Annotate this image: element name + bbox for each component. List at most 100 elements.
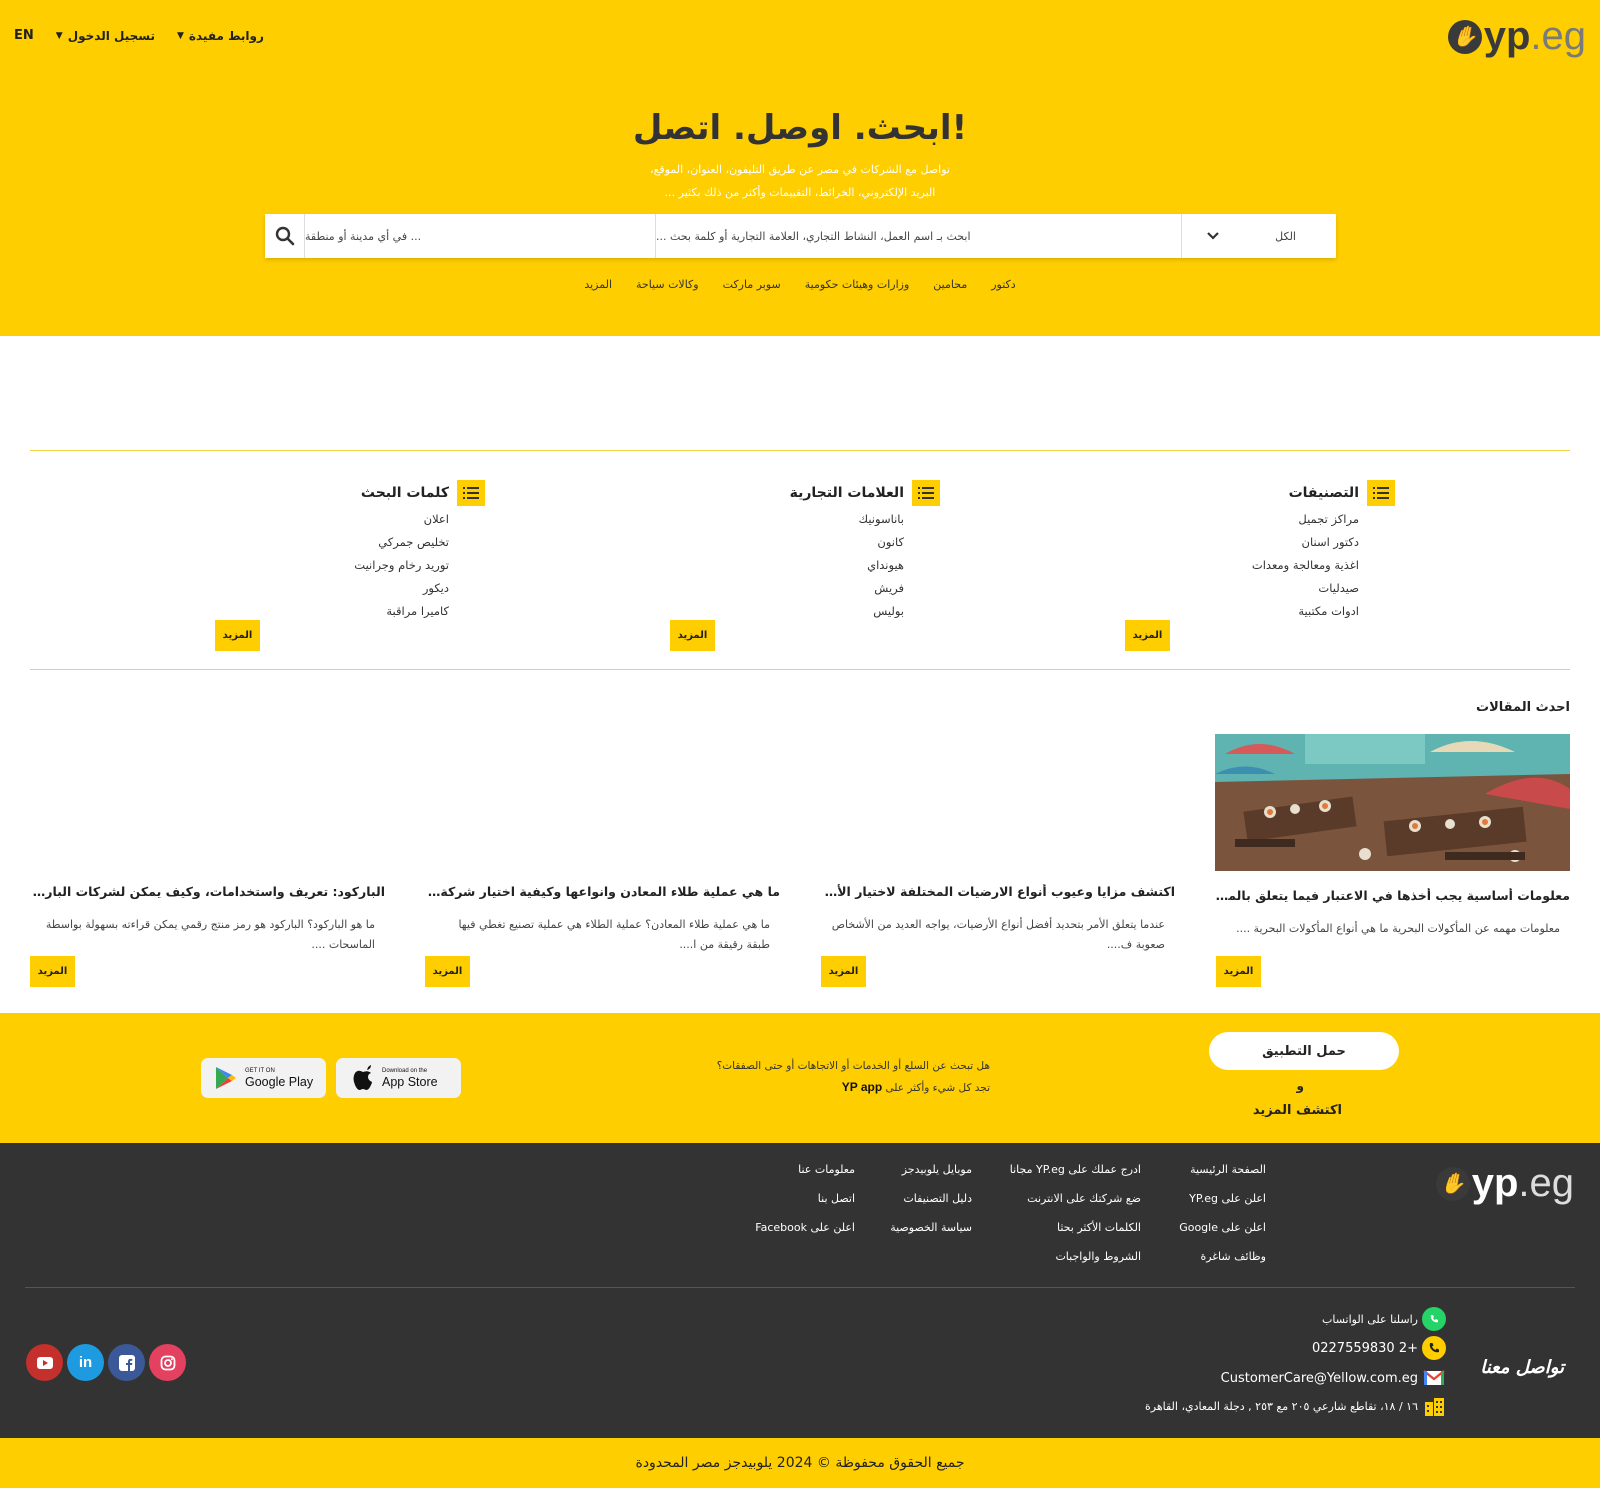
copyright-bar: جميع الحقوق محفوظة © 2024 يلوبيدجز مصر ا… — [0, 1438, 1600, 1488]
footer-link[interactable]: الصفحة الرئيسية — [1190, 1163, 1266, 1176]
linkedin-icon[interactable]: in — [67, 1344, 104, 1381]
article-image-placeholder — [425, 734, 780, 871]
footer-link[interactable]: اتصل بنا — [818, 1192, 855, 1205]
phone-icon — [1422, 1336, 1446, 1360]
footer-link[interactable]: موبايل يلوبيدجز — [902, 1163, 972, 1176]
email-contact[interactable]: CustomerCare@Yellow.com.eg — [1221, 1366, 1446, 1390]
category-select[interactable]: الكل — [1182, 214, 1336, 258]
article-title[interactable]: معلومات أساسية يجب أخذها في الاعتبار فيم… — [1215, 888, 1570, 908]
keyword-link[interactable]: تخليص جمركي — [205, 531, 449, 554]
quick-link[interactable]: وزارات وهيئات حكومية — [805, 278, 910, 291]
footer-link[interactable]: سياسة الخصوصية — [890, 1221, 972, 1234]
quick-link[interactable]: دكتور — [991, 278, 1015, 291]
article-title[interactable]: ما هي عملية طلاء المعادن وانواعها وكيفية… — [425, 884, 780, 904]
footer-link[interactable]: اعلن على Google — [1179, 1221, 1266, 1234]
google-play-badge[interactable]: GET IT ON Google Play — [201, 1058, 326, 1098]
article-image-placeholder — [30, 734, 385, 871]
keywords-more-button[interactable]: المزيد — [215, 620, 260, 651]
yp-logo[interactable]: ✋ yp .eg — [1447, 14, 1586, 59]
category-link[interactable]: صيدليات — [1115, 577, 1359, 600]
category-select-value: الكل — [1275, 229, 1296, 243]
category-link[interactable]: دكتور اسنان — [1115, 531, 1359, 554]
list-icon — [1367, 480, 1395, 506]
search-button[interactable] — [265, 214, 305, 258]
google-play-icon — [216, 1067, 236, 1089]
footer-yp-logo[interactable]: ✋ yp .eg — [1435, 1161, 1574, 1206]
keywords-column: كلمات البحث اعلان تخليص جمركي توريد رخام… — [205, 480, 485, 623]
discover-more-label[interactable]: اكتشف المزيد — [1253, 1103, 1342, 1118]
footer-link[interactable]: وظائف شاغرة — [1200, 1250, 1266, 1263]
keyword-link[interactable]: ديكور — [205, 577, 449, 600]
section-divider — [30, 669, 1570, 670]
footer-link[interactable]: دليل التصنيفات — [903, 1192, 972, 1205]
brands-more-button[interactable]: المزيد — [670, 620, 715, 651]
article-more-button[interactable]: المزيد — [1216, 956, 1261, 987]
keyword-link[interactable]: اعلان — [205, 508, 449, 531]
language-toggle[interactable]: EN — [14, 28, 34, 43]
quick-link[interactable]: محامين — [933, 278, 967, 291]
footer-link[interactable]: الكلمات الأكثر بحثا — [1057, 1221, 1141, 1234]
app-promo-find-text: تجد كل شيء وأكثر على — [885, 1082, 990, 1094]
footer-link[interactable]: ضع شركتك على الانترنت — [1027, 1192, 1141, 1205]
search-icon — [275, 226, 294, 246]
quick-link[interactable]: وكالات سياحة — [636, 278, 699, 291]
article-image[interactable] — [1215, 734, 1570, 871]
apple-icon — [353, 1065, 372, 1090]
quick-link-more[interactable]: المزيد — [584, 278, 612, 291]
latest-articles-title: احدث المقالات — [1476, 700, 1570, 715]
hero-subtitle: تواصل مع الشركات في مصر عن طريق التليفون… — [550, 158, 1050, 204]
and-label: و — [1296, 1079, 1304, 1093]
hero-title: ابحث. اوصل. اتصل! — [632, 108, 968, 148]
keywords-title: كلمات البحث — [360, 485, 449, 501]
article-excerpt: معلومات مهمه عن المأكولات البحرية ما هي … — [1236, 922, 1560, 935]
footer-link[interactable]: ادرج عملك على YP.eg مجانا — [1010, 1163, 1141, 1176]
app-store-small-text: Download on the — [382, 1068, 428, 1074]
article-more-button[interactable]: المزيد — [821, 956, 866, 987]
location-input[interactable]: ... في أي مدينة أو منطقة — [305, 214, 656, 258]
article-title[interactable]: اكتشف مزايا وعيوب أنواع الارضيات المختلف… — [820, 884, 1175, 904]
youtube-icon[interactable] — [26, 1344, 63, 1381]
brand-link[interactable]: باناسونيك — [660, 508, 904, 531]
copyright-text: جميع الحقوق محفوظة © 2024 يلوبيدجز مصر ا… — [635, 1455, 965, 1471]
quick-link[interactable]: سوبر ماركت — [723, 278, 781, 291]
footer-link[interactable]: الشروط والواجبات — [1055, 1250, 1141, 1263]
logo-eg-text: .eg — [1518, 1161, 1574, 1205]
article-more-button[interactable]: المزيد — [425, 956, 470, 987]
whatsapp-label: راسلنا على الواتساب — [1322, 1312, 1418, 1326]
hero-subtitle-line2: البريد الإلكتروني، الخرائط، التقييمات وأ… — [664, 186, 936, 199]
footer-link[interactable]: اعلن على Facebook — [755, 1221, 855, 1234]
app-store-badge[interactable]: Download on the App Store — [336, 1058, 461, 1098]
article-card[interactable]: معلومات أساسية يجب أخذها في الاعتبار فيم… — [1215, 734, 1570, 959]
footer-link[interactable]: معلومات عنا — [798, 1163, 855, 1176]
phone-contact[interactable]: 0227559830 2+ — [1312, 1336, 1446, 1360]
article-title[interactable]: الباركود: تعريف واستخدامات، وكيف يمكن لش… — [30, 884, 385, 904]
category-link[interactable]: مراكز تجميل — [1115, 508, 1359, 531]
keywords-header: كلمات البحث — [205, 480, 485, 506]
hand-logo-icon: ✋ — [1447, 19, 1482, 54]
whatsapp-contact[interactable]: راسلنا على الواتساب — [1322, 1307, 1446, 1331]
keyword-link[interactable]: توريد رخام وجرانيت — [205, 554, 449, 577]
app-name: YP app — [841, 1080, 883, 1094]
categories-header: التصنيفات — [1115, 480, 1395, 506]
facebook-icon[interactable] — [108, 1344, 145, 1381]
keyword-input[interactable]: ابحث بـ اسم العمل، النشاط التجاري، العلا… — [656, 214, 1182, 258]
mail-icon — [1422, 1366, 1446, 1390]
article-card[interactable]: ما هي عملية طلاء المعادن وانواعها وكيفية… — [425, 734, 780, 955]
article-card[interactable]: الباركود: تعريف واستخدامات، وكيف يمكن لش… — [30, 734, 385, 955]
hero-subtitle-line1: تواصل مع الشركات في مصر عن طريق التليفون… — [650, 163, 950, 176]
download-app-button[interactable]: حمل التطبيق — [1209, 1032, 1399, 1070]
login-dropdown[interactable]: ▼ تسجيل الدخول — [56, 29, 155, 43]
login-label: تسجيل الدخول — [67, 28, 155, 43]
article-more-button[interactable]: المزيد — [30, 956, 75, 987]
useful-links-dropdown[interactable]: ▼ روابط مفيدة — [177, 29, 264, 43]
search-bar: ... في أي مدينة أو منطقة ابحث بـ اسم الع… — [265, 214, 1336, 258]
brand-link[interactable]: كانون — [660, 531, 904, 554]
app-promo-question: هل تبحث عن السلع أو الخدمات أو الاتجاهات… — [716, 1060, 990, 1072]
brand-link[interactable]: فريش — [660, 577, 904, 600]
categories-more-button[interactable]: المزيد — [1125, 620, 1170, 651]
instagram-icon[interactable] — [149, 1344, 186, 1381]
article-card[interactable]: اكتشف مزايا وعيوب أنواع الارضيات المختلف… — [820, 734, 1175, 955]
brand-link[interactable]: هيونداي — [660, 554, 904, 577]
category-link[interactable]: اغذية ومعالجة ومعدات — [1115, 554, 1359, 577]
footer-link[interactable]: اعلن على YP.eg — [1189, 1192, 1266, 1205]
